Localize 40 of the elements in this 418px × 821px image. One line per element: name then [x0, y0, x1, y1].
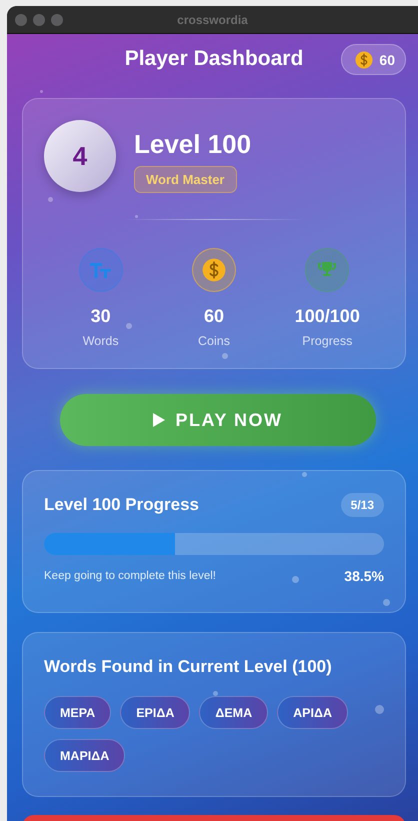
word-chip[interactable]: ΜΑΡΙΔΑ — [44, 739, 126, 772]
word-chip[interactable]: ΔΕΜΑ — [199, 696, 268, 729]
progress-message: Keep going to complete this level! — [44, 570, 216, 582]
window-title: crosswordia — [177, 12, 248, 26]
stat-label: Words — [82, 334, 119, 348]
window-zoom-control[interactable] — [51, 14, 63, 26]
sparkle-dot — [40, 90, 43, 93]
sparkle-dot — [375, 705, 384, 714]
word-chip[interactable]: ΑΡΙΔΑ — [277, 696, 348, 729]
coin-balance: 60 — [341, 44, 406, 75]
trophy-icon — [317, 261, 338, 279]
sparkle-dot — [292, 576, 299, 583]
level-title: Level 100 — [134, 129, 252, 160]
window-minimize-control[interactable] — [33, 14, 45, 26]
sparkle-dot — [126, 323, 132, 329]
text-size-icon — [90, 262, 112, 278]
window-close-control[interactable] — [15, 14, 27, 26]
sparkle-dot — [222, 353, 228, 359]
sparkle-dot — [213, 691, 218, 696]
word-count-badge: 5/13 — [340, 493, 384, 517]
sparkle-dot — [48, 197, 53, 202]
player-avatar: 4 — [44, 120, 116, 192]
play-icon — [153, 413, 166, 427]
progress-percent: 38.5% — [344, 568, 384, 584]
word-chip[interactable]: ΜΕΡΑ — [44, 696, 112, 729]
card-title: Level 100 Progress — [44, 495, 199, 515]
page-title: Player Dashboard — [124, 47, 304, 71]
sparkle-dot — [383, 599, 390, 606]
word-chip[interactable]: ΕΡΙΔΑ — [120, 696, 190, 729]
coin-icon — [355, 50, 374, 68]
stat-value: 30 — [90, 306, 111, 327]
stat-label: Coins — [198, 334, 230, 348]
sparkle-dot — [135, 215, 138, 218]
rank-badge: Word Master — [134, 166, 236, 193]
stat-value: 60 — [204, 306, 224, 327]
sparkle-dot — [302, 472, 307, 477]
stat-label: Progress — [302, 334, 352, 348]
stat-value: 100/100 — [294, 306, 360, 327]
card-title: Words Found in Current Level (100) — [44, 657, 333, 677]
coin-icon — [202, 258, 226, 282]
